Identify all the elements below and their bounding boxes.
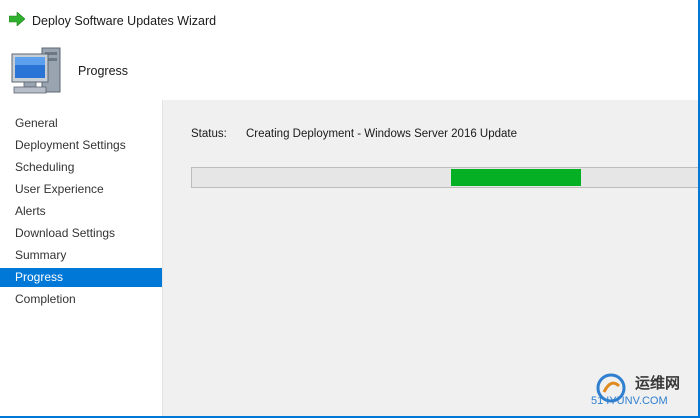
page-title: Progress (78, 64, 129, 78)
sidebar-item-download-settings[interactable]: Download Settings (0, 224, 162, 243)
wizard-window: Deploy Software Updates Wizard Progress … (0, 0, 700, 418)
status-text: Creating Deployment - Windows Server 201… (246, 128, 518, 140)
sidebar-item-alerts[interactable]: Alerts (0, 202, 162, 221)
sidebar-item-user-experience[interactable]: User Experience (0, 180, 162, 199)
green-arrow-icon (9, 12, 25, 26)
sidebar-item-summary[interactable]: Summary (0, 246, 162, 265)
watermark: 运维网 51 IYUNV.COM (587, 366, 697, 416)
watermark-url: 51 IYUNV.COM (591, 395, 668, 407)
watermark-text: 运维网 (635, 375, 681, 392)
progress-bar-chunk (451, 169, 581, 186)
computer-icon (11, 47, 61, 94)
wizard-steps-sidebar: General Deployment Settings Scheduling U… (0, 100, 163, 416)
sidebar-item-deployment-settings[interactable]: Deployment Settings (0, 136, 162, 155)
progress-bar (191, 167, 698, 188)
title-bar: Deploy Software Updates Wizard (0, 0, 698, 38)
wizard-header: Progress (0, 38, 698, 100)
sidebar-item-general[interactable]: General (0, 114, 162, 133)
sidebar-item-completion[interactable]: Completion (0, 290, 162, 309)
sidebar-item-scheduling[interactable]: Scheduling (0, 158, 162, 177)
sidebar-item-progress[interactable]: Progress (0, 268, 162, 287)
window-title: Deploy Software Updates Wizard (32, 14, 217, 28)
status-label: Status: (191, 128, 227, 140)
